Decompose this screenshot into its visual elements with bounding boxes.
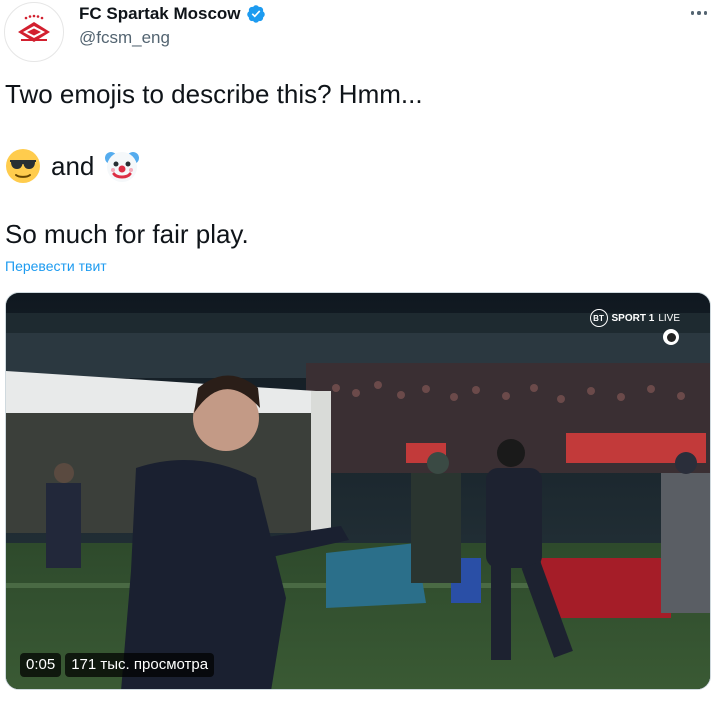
video-frame: [6, 293, 710, 689]
video-info-overlay: 0:05 171 тыс. просмотра: [20, 653, 215, 677]
live-label: LIVE: [658, 312, 680, 324]
clown-emoji-icon: [105, 152, 140, 182]
broadcaster-logo: BT SPORT 1 LIVE: [589, 309, 680, 327]
user-handle[interactable]: @fcsm_eng: [79, 28, 170, 48]
spartak-logo-icon: [12, 10, 56, 54]
more-options-icon[interactable]: [688, 6, 710, 20]
translate-tweet-link[interactable]: Перевести твит: [5, 258, 107, 274]
bt-badge: BT: [589, 309, 608, 327]
tweet-text-line-2: and: [5, 148, 140, 184]
video-duration: 0:05: [20, 653, 62, 677]
view-count: 171 тыс. просмотра: [65, 653, 215, 677]
video-player[interactable]: BT SPORT 1 LIVE 0:05 171 тыс. просмотра: [5, 292, 711, 690]
display-name[interactable]: FC Spartak Moscow: [79, 4, 266, 24]
display-name-text[interactable]: FC Spartak Moscow: [79, 4, 241, 24]
tweet-text-line-3: So much for fair play.: [5, 219, 249, 249]
sunglasses-emoji-icon: [6, 149, 40, 183]
tweet-text-and: and: [51, 151, 95, 181]
verified-badge-icon: [246, 4, 266, 24]
broadcaster-name: SPORT 1: [611, 312, 655, 324]
live-indicator-icon: [663, 329, 679, 345]
avatar[interactable]: [4, 2, 64, 62]
tweet-text-line-1: Two emojis to describe this? Hmm...: [5, 79, 423, 109]
